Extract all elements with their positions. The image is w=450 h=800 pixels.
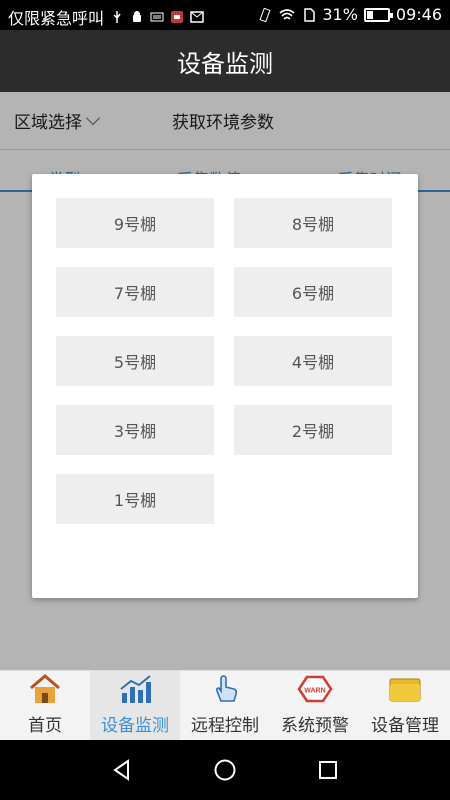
- shed-grid: 9号棚 8号棚 7号棚 6号棚 5号棚 4号棚 3号棚 2号棚 1号棚: [56, 198, 394, 524]
- mail-icon: [190, 11, 204, 23]
- hand-touch-icon: [207, 673, 243, 705]
- tab-remote-control-label: 远程控制: [191, 716, 259, 736]
- warn-icon: WARN: [297, 673, 333, 705]
- shed-select-dialog: 9号棚 8号棚 7号棚 6号棚 5号棚 4号棚 3号棚 2号棚 1号棚: [32, 174, 418, 598]
- title-bar: 设备监测: [0, 30, 450, 92]
- keyboard-icon: [150, 12, 164, 22]
- shed-button-2[interactable]: 2号棚: [234, 405, 392, 455]
- tab-device-manage-label: 设备管理: [371, 716, 439, 736]
- chart-icon: [117, 673, 153, 705]
- carrier-text: 仅限紧急呼叫: [8, 9, 105, 28]
- shed-button-9[interactable]: 9号棚: [56, 198, 214, 248]
- tab-device-manage[interactable]: 设备管理: [360, 671, 450, 740]
- home-icon: [27, 673, 63, 705]
- folder-icon: [387, 673, 423, 705]
- wifi-icon: [279, 8, 295, 20]
- android-icon: [133, 11, 142, 22]
- tab-system-warning[interactable]: WARN 系统预警: [270, 671, 360, 740]
- tab-device-monitor-label: 设备监测: [101, 716, 169, 736]
- tab-system-warning-label: 系统预警: [281, 716, 349, 736]
- sim-icon: [304, 7, 316, 22]
- recents-icon[interactable]: [314, 756, 342, 784]
- shed-button-7[interactable]: 7号棚: [56, 267, 214, 317]
- status-bar: 仅限紧急呼叫 31% 09:46: [0, 0, 450, 30]
- home-circle-icon[interactable]: [211, 756, 239, 784]
- svg-text:WARN: WARN: [304, 688, 325, 695]
- tab-home[interactable]: 首页: [0, 671, 90, 740]
- shed-button-8[interactable]: 8号棚: [234, 198, 392, 248]
- back-icon[interactable]: [108, 756, 136, 784]
- tab-remote-control[interactable]: 远程控制: [180, 671, 270, 740]
- page-title: 设备监测: [177, 49, 273, 78]
- bottom-tab-bar: 首页 设备监测 远程控制 WARN 系统预警 设备管理: [0, 670, 450, 740]
- tab-device-monitor[interactable]: 设备监测: [90, 671, 180, 740]
- battery-icon: [363, 7, 393, 22]
- app-badge-icon: [171, 11, 184, 23]
- shed-button-5[interactable]: 5号棚: [56, 336, 214, 386]
- shed-button-4[interactable]: 4号棚: [234, 336, 392, 386]
- shed-button-6[interactable]: 6号棚: [234, 267, 392, 317]
- tab-home-label: 首页: [28, 716, 62, 736]
- battery-level: [366, 10, 374, 19]
- clock: 09:46: [395, 5, 442, 24]
- shed-button-3[interactable]: 3号棚: [56, 405, 214, 455]
- usb-icon: [113, 11, 121, 23]
- vibrate-icon: [259, 7, 271, 22]
- battery-percent: 31%: [322, 5, 358, 24]
- shed-button-1[interactable]: 1号棚: [56, 474, 214, 524]
- system-nav-bar: [0, 740, 450, 800]
